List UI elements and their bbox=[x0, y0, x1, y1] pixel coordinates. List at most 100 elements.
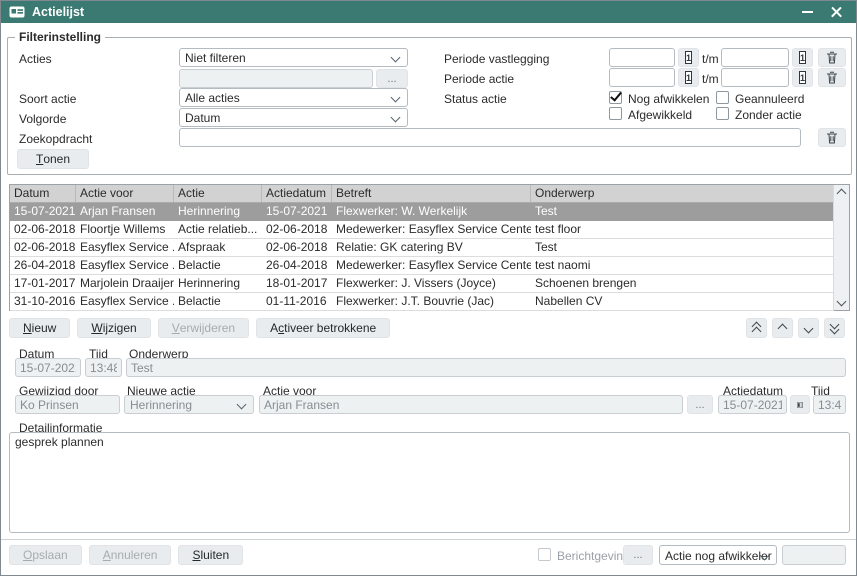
nieuw-button[interactable]: Nieuw bbox=[9, 318, 70, 338]
table-row[interactable]: 02-06-2018 Floortje Willems Actie relati… bbox=[10, 221, 834, 239]
volgorde-select[interactable]: Datum bbox=[179, 108, 408, 127]
zoekopdracht-input[interactable] bbox=[179, 128, 801, 147]
cell-datum: 02-06-2018 bbox=[10, 221, 76, 238]
periode-vastlegging-clear-button[interactable] bbox=[818, 48, 846, 67]
cell-actiedatum: 18-01-2017 bbox=[262, 275, 332, 292]
cell-onderwerp: test floor bbox=[531, 221, 834, 238]
detail-datum-input[interactable] bbox=[15, 358, 81, 377]
annuleren-button[interactable]: Annuleren bbox=[89, 545, 172, 565]
last-record-button[interactable] bbox=[824, 318, 845, 338]
cell-onderwerp: Schoenen brengen bbox=[531, 275, 834, 292]
column-header-onderwerp[interactable]: Onderwerp bbox=[531, 185, 834, 202]
calendar-icon bbox=[799, 71, 806, 84]
opslaan-button[interactable]: Opslaan bbox=[9, 545, 82, 565]
table-scrollbar[interactable] bbox=[833, 185, 849, 310]
cell-datum: 31-10-2016 bbox=[10, 293, 76, 310]
table-row[interactable]: 26-04-2018 Easyflex Service ... Belactie… bbox=[10, 257, 834, 275]
periode-vastlegging-from-calendar-button[interactable] bbox=[678, 48, 699, 67]
periode-actie-from-input[interactable] bbox=[609, 68, 675, 87]
cell-betreft: Medewerker: Easyflex Service Center bbox=[332, 257, 531, 274]
zonder-actie-label: Zonder actie bbox=[735, 108, 802, 122]
actie-status-select[interactable]: Actie nog afwikkeler bbox=[659, 545, 777, 565]
berichtgeving-checkbox[interactable] bbox=[538, 548, 551, 561]
actielijst-icon bbox=[9, 6, 25, 18]
actie-voor-input[interactable] bbox=[259, 395, 683, 414]
detail-tijd-input[interactable] bbox=[85, 358, 122, 377]
cell-onderwerp: test naomi bbox=[531, 257, 834, 274]
calendar-icon bbox=[685, 71, 692, 84]
geannuleerd-label: Geannuleerd bbox=[735, 92, 804, 106]
periode-vastlegging-to-calendar-button[interactable] bbox=[792, 48, 813, 67]
tijd2-input[interactable] bbox=[813, 395, 846, 414]
actiedatum-input[interactable] bbox=[718, 395, 787, 414]
cell-actie: Belactie bbox=[174, 293, 262, 310]
zoekopdracht-clear-button[interactable] bbox=[818, 128, 846, 147]
table-row[interactable]: 17-01-2017 Marjolein Draaijer Herinnerin… bbox=[10, 275, 834, 293]
geannuleerd-checkbox[interactable] bbox=[716, 91, 729, 104]
activeer-betrokkene-button[interactable]: Activeer betrokkene bbox=[256, 318, 390, 338]
zonder-actie-checkbox[interactable] bbox=[716, 107, 729, 120]
actiedatum-calendar-button[interactable] bbox=[790, 395, 810, 414]
next-record-button[interactable] bbox=[798, 318, 819, 338]
periode-vastlegging-to-input[interactable] bbox=[721, 48, 789, 67]
cell-datum: 15-07-2021 bbox=[10, 203, 76, 220]
periode-actie-to-input[interactable] bbox=[721, 68, 789, 87]
gewijzigd-door-input[interactable] bbox=[15, 395, 120, 414]
soort-actie-select[interactable]: Alle acties bbox=[179, 88, 408, 107]
titlebar: Actielijst bbox=[1, 1, 856, 23]
cell-betreft: Flexwerker: J. Vissers (Joyce) bbox=[332, 275, 531, 292]
column-header-betreft[interactable]: Betreft bbox=[332, 185, 531, 202]
cell-actie: Herinnering bbox=[174, 203, 262, 220]
acties-browse-button[interactable]: ... bbox=[376, 69, 408, 88]
column-header-actiedatum[interactable]: Actiedatum bbox=[262, 185, 332, 202]
chevron-down-icon bbox=[391, 113, 401, 123]
afgewikkeld-checkbox[interactable] bbox=[609, 107, 622, 120]
chevron-up-icon bbox=[778, 323, 788, 333]
tm-label: t/m bbox=[702, 52, 719, 66]
tonen-button[interactable]: Tonen bbox=[17, 149, 89, 169]
periode-actie-clear-button[interactable] bbox=[818, 68, 846, 87]
berichtgeving-browse-button[interactable]: ... bbox=[623, 545, 653, 565]
table-row[interactable]: 15-07-2021 Arjan Fransen Herinnering 15-… bbox=[10, 203, 834, 221]
nog-afwikkelen-checkbox[interactable] bbox=[609, 91, 622, 104]
column-header-actie-voor[interactable]: Actie voor bbox=[76, 185, 174, 202]
cell-actie: Herinnering bbox=[174, 275, 262, 292]
footer-extra-input[interactable] bbox=[782, 545, 846, 565]
cell-onderwerp: Test bbox=[531, 239, 834, 256]
scroll-up-button[interactable] bbox=[834, 185, 849, 200]
actielijst-window: Actielijst Filterinstelling Acties Niet … bbox=[0, 0, 857, 576]
detailinformatie-textarea[interactable]: gesprek plannen bbox=[9, 432, 850, 533]
actie-voor-browse-button[interactable]: ... bbox=[687, 395, 713, 414]
chevron-down-icon bbox=[804, 323, 814, 333]
tm-label: t/m bbox=[702, 72, 719, 86]
double-chevron-down-icon bbox=[831, 323, 838, 333]
scroll-down-button[interactable] bbox=[834, 295, 849, 310]
close-button[interactable] bbox=[826, 4, 848, 20]
first-record-button[interactable] bbox=[746, 318, 767, 338]
periode-vastlegging-from-input[interactable] bbox=[609, 48, 675, 67]
nieuwe-actie-select[interactable]: Herinnering bbox=[124, 395, 254, 414]
trash-icon bbox=[826, 131, 838, 144]
minimize-button[interactable] bbox=[796, 4, 818, 20]
actie-table: Datum Actie voor Actie Actiedatum Betref… bbox=[9, 184, 850, 311]
previous-record-button[interactable] bbox=[772, 318, 793, 338]
table-header: Datum Actie voor Actie Actiedatum Betref… bbox=[10, 185, 834, 203]
chevron-down-icon bbox=[237, 400, 247, 410]
column-header-actie[interactable]: Actie bbox=[174, 185, 262, 202]
column-header-datum[interactable]: Datum bbox=[10, 185, 76, 202]
record-nav-bar bbox=[746, 318, 845, 338]
wijzigen-button[interactable]: Wijzigen bbox=[77, 318, 150, 338]
periode-actie-from-calendar-button[interactable] bbox=[678, 68, 699, 87]
verwijderen-button[interactable]: Verwijderen bbox=[158, 318, 249, 338]
cell-actiedatum: 02-06-2018 bbox=[262, 239, 332, 256]
detail-onderwerp-input[interactable] bbox=[126, 358, 846, 377]
chevron-down-icon bbox=[391, 93, 401, 103]
periode-actie-to-calendar-button[interactable] bbox=[792, 68, 813, 87]
cell-onderwerp: Nabellen CV bbox=[531, 293, 834, 310]
table-row[interactable]: 02-06-2018 Easyflex Service ... Afspraak… bbox=[10, 239, 834, 257]
table-row[interactable]: 31-10-2016 Easyflex Service ... Belactie… bbox=[10, 293, 834, 311]
acties-select[interactable]: Niet filteren bbox=[179, 48, 408, 67]
sluiten-button[interactable]: Sluiten bbox=[178, 545, 243, 565]
acties-sub-input[interactable] bbox=[179, 69, 373, 88]
acties-label: Acties bbox=[19, 52, 52, 66]
